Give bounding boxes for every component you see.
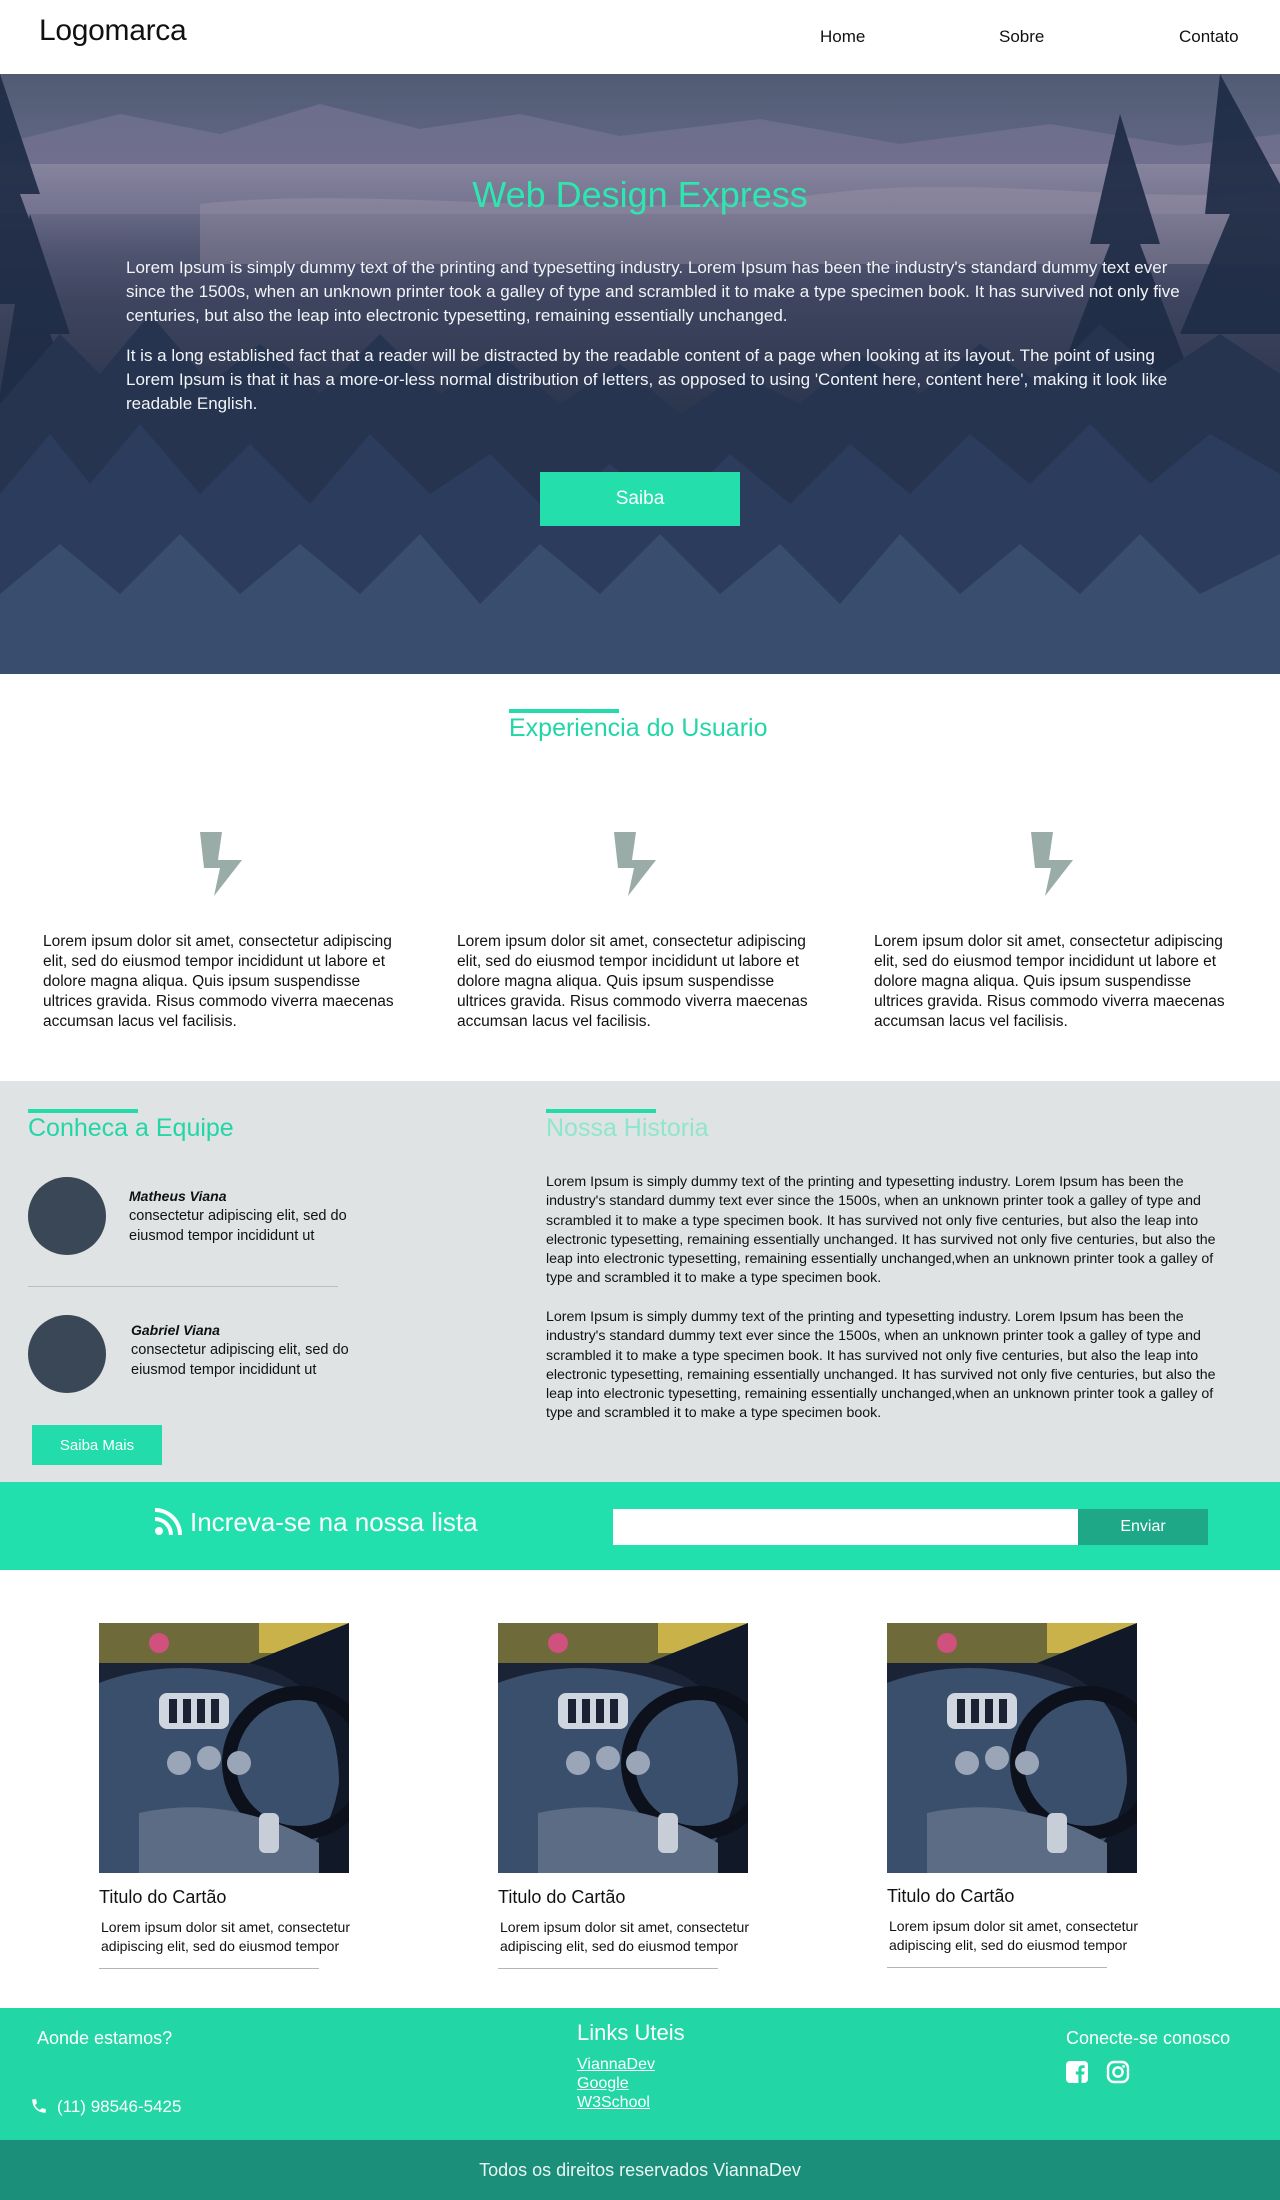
footer-links-title: Links Uteis [577, 2020, 685, 2045]
avatar [28, 1315, 106, 1393]
footer-phone: (11) 98546-5425 [57, 2097, 182, 2116]
member-name: Gabriel Viana [131, 1322, 220, 1338]
card-divider [498, 1968, 718, 1969]
card-divider [887, 1967, 1107, 1968]
history-paragraph-2: Lorem Ipsum is simply dummy text of the … [546, 1309, 1216, 1422]
footer-location-title: Aonde estamos? [37, 2028, 173, 2048]
newsletter-email-input[interactable] [613, 1509, 1079, 1545]
member-name: Matheus Viana [129, 1188, 227, 1204]
hero-paragraph-2: It is a long established fact that a rea… [126, 346, 1168, 413]
card-divider [99, 1968, 319, 1969]
logo[interactable]: Logomarca [39, 14, 187, 48]
hero-title: Web Design Express [472, 174, 808, 215]
experience-accent-bar [509, 709, 619, 713]
lightning-bolt-icon [200, 832, 242, 896]
card-image [887, 1623, 1137, 1873]
footer-link-w3school[interactable]: W3School [577, 2094, 650, 2112]
hero-saiba-button[interactable]: Saiba [540, 472, 740, 526]
card-text: Lorem ipsum dolor sit amet, consectetur … [500, 1919, 749, 1954]
member-description: consectetur adipiscing elit, sed do eius… [131, 1342, 349, 1378]
newsletter-title: Increva-se na nossa lista [190, 1507, 478, 1537]
footer-social-title: Conecte-se conosco [1066, 2028, 1231, 2048]
facebook-icon[interactable] [1065, 2060, 1089, 2084]
feature-text-3: Lorem ipsum dolor sit amet, consectetur … [874, 933, 1225, 1030]
history-accent-bar [546, 1109, 656, 1113]
team-title: Conheca a Equipe [28, 1114, 234, 1142]
feature-text-1: Lorem ipsum dolor sit amet, consectetur … [43, 933, 394, 1030]
card-image [99, 1623, 349, 1873]
top-navbar: Logomarca Home Sobre Contato [0, 0, 1280, 74]
card-image [498, 1623, 748, 1873]
footer-link-viannadev[interactable]: ViannaDev [577, 2056, 655, 2074]
card-title: Titulo do Cartão [887, 1886, 1015, 1906]
phone-icon [32, 2099, 46, 2113]
nav-link-home[interactable]: Home [820, 27, 865, 47]
team-divider [28, 1286, 338, 1287]
copyright-bar: Todos os direitos reservados ViannaDev [0, 2140, 1280, 2200]
lightning-bolt-icon [614, 832, 656, 896]
experience-title: Experiencia do Usuario [509, 714, 768, 742]
instagram-icon[interactable] [1106, 2060, 1130, 2084]
card-title: Titulo do Cartão [99, 1887, 227, 1907]
card-text: Lorem ipsum dolor sit amet, consectetur … [889, 1918, 1138, 1953]
card-title: Titulo do Cartão [498, 1887, 626, 1907]
enviar-button[interactable]: Enviar [1078, 1509, 1208, 1545]
footer-link-google[interactable]: Google [577, 2075, 629, 2093]
feature-text-2: Lorem ipsum dolor sit amet, consectetur … [457, 933, 808, 1030]
member-description: consectetur adipiscing elit, sed do eius… [129, 1208, 347, 1244]
history-title: Nossa Historia [546, 1114, 709, 1142]
history-paragraph-1: Lorem Ipsum is simply dummy text of the … [546, 1174, 1216, 1287]
avatar [28, 1177, 106, 1255]
lightning-bolt-icon [1031, 832, 1073, 896]
rss-icon [154, 1508, 182, 1536]
nav-link-contato[interactable]: Contato [1179, 27, 1239, 47]
team-accent-bar [28, 1109, 138, 1113]
card-text: Lorem ipsum dolor sit amet, consectetur … [101, 1919, 350, 1954]
hero-paragraph-1: Lorem Ipsum is simply dummy text of the … [126, 258, 1180, 325]
nav-link-sobre[interactable]: Sobre [999, 27, 1044, 47]
saiba-mais-button[interactable]: Saiba Mais [32, 1425, 162, 1465]
